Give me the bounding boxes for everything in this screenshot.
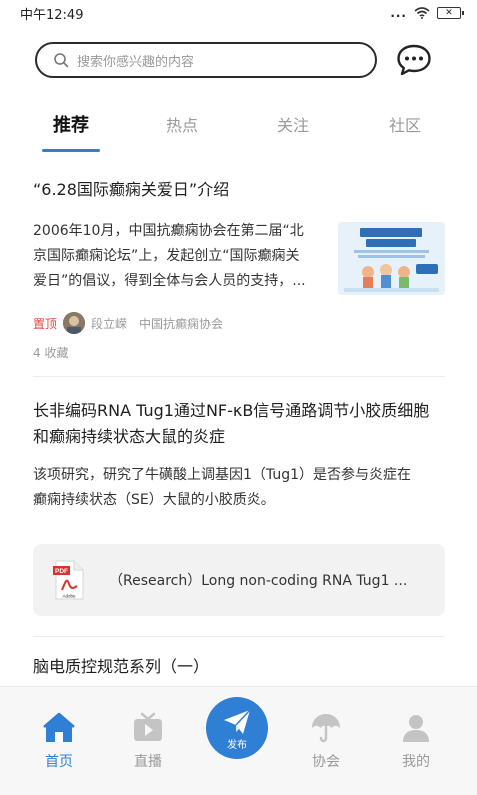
article-summary-line: 癫痫持续状态（SE）大鼠的小胶质炎。 — [33, 492, 275, 508]
nav-home[interactable]: 首页 — [29, 711, 89, 771]
nav-label: 首页 — [45, 754, 73, 770]
tab-hot[interactable]: 热点 — [142, 112, 222, 136]
category-tabs: 推荐 热点 关注 社区 — [0, 100, 477, 155]
publish-button[interactable]: 发布 — [206, 697, 268, 759]
article-summary[interactable]: 该项研究，研究了牛磺酸上调基因1（Tug1）是否参与炎症在 癫痫持续状态（SE）… — [33, 463, 411, 513]
active-tab-indicator — [42, 149, 100, 152]
search-input[interactable]: 搜索你感兴趣的内容 — [35, 42, 377, 78]
article-summary-line: 京国际癫痫论坛”上，发起创立“国际癫痫关 — [33, 248, 300, 264]
article-title-line: 长非编码RNA Tug1通过NF-κB信号通路调节小胶质细胞 — [33, 401, 430, 420]
article-summary[interactable]: 2006年10月，中国抗癫痫协会在第二届“北 京国际癫痫论坛”上，发起创立“国际… — [33, 219, 306, 294]
umbrella-icon — [312, 714, 340, 743]
nav-live[interactable]: 直播 — [118, 711, 178, 771]
publish-label: 发布 — [227, 739, 247, 751]
status-bar: 中午12:49 ... ✕ — [0, 0, 477, 26]
avatar[interactable] — [63, 312, 86, 334]
chat-bubble-icon — [397, 44, 431, 76]
battery-icon: ✕ — [437, 7, 464, 19]
article-thumbnail[interactable] — [338, 222, 445, 295]
article-summary-line: 2006年10月，中国抗癫痫协会在第二届“北 — [33, 223, 304, 239]
article-summary-line: 爱日”的倡议，得到全体与会人员的支持，... — [33, 273, 306, 289]
status-time: 中午12:49 — [20, 7, 84, 23]
favorite-count: 4 收藏 — [33, 346, 69, 360]
wifi-icon — [414, 7, 430, 19]
article-title-line: 和癫痫持续状态大鼠的炎症 — [33, 427, 226, 446]
pdf-icon-sub: Adobe — [62, 594, 76, 599]
search-row: 搜索你感兴趣的内容 — [0, 38, 477, 82]
article-title[interactable]: 长非编码RNA Tug1通过NF-κB信号通路调节小胶质细胞 和癫痫持续状态大鼠… — [33, 398, 445, 450]
user-icon — [403, 715, 429, 742]
home-icon — [43, 712, 75, 742]
tab-community[interactable]: 社区 — [365, 112, 445, 136]
nav-profile[interactable]: 我的 — [386, 711, 446, 771]
pinned-badge: 置顶 — [33, 316, 58, 331]
source-name[interactable]: 中国抗癫痫协会 — [139, 315, 223, 332]
article-title[interactable]: “6.28国际癫痫关爱日”介绍 — [33, 177, 445, 203]
article-summary-line: 该项研究，研究了牛磺酸上调基因1（Tug1）是否参与炎症在 — [33, 467, 411, 483]
nav-label: 我的 — [402, 754, 430, 770]
tv-icon — [134, 712, 162, 741]
search-icon — [54, 53, 69, 68]
tab-recommend[interactable]: 推荐 — [31, 111, 111, 137]
article-title[interactable]: 脑电质控规范系列（一） — [33, 654, 445, 680]
attachment-card[interactable]: PDF Adobe （Research）Long non-coding RNA … — [33, 544, 445, 616]
poster-image — [338, 222, 445, 295]
bottom-nav: 首页 直播 发布 协会 我的 — [0, 686, 477, 795]
pdf-icon-label: PDF — [55, 568, 68, 575]
search-placeholder: 搜索你感兴趣的内容 — [77, 54, 195, 70]
message-button[interactable] — [394, 40, 434, 80]
article-meta: 置顶 段立嵘 中国抗癫痫协会 — [33, 312, 223, 334]
divider — [33, 376, 445, 377]
author-name[interactable]: 段立嵘 — [91, 315, 127, 332]
tab-following[interactable]: 关注 — [253, 112, 333, 136]
nav-label: 直播 — [134, 754, 162, 770]
nav-association[interactable]: 协会 — [296, 711, 356, 771]
more-dots-indicator: ... — [390, 6, 407, 20]
status-icons: ... ✕ — [390, 6, 464, 20]
nav-label: 协会 — [312, 754, 340, 770]
paper-plane-icon — [224, 708, 251, 734]
pdf-icon: PDF Adobe — [53, 560, 84, 600]
divider — [33, 636, 445, 637]
attachment-name: （Research）Long non-coding RNA Tug1 ... — [109, 573, 408, 589]
